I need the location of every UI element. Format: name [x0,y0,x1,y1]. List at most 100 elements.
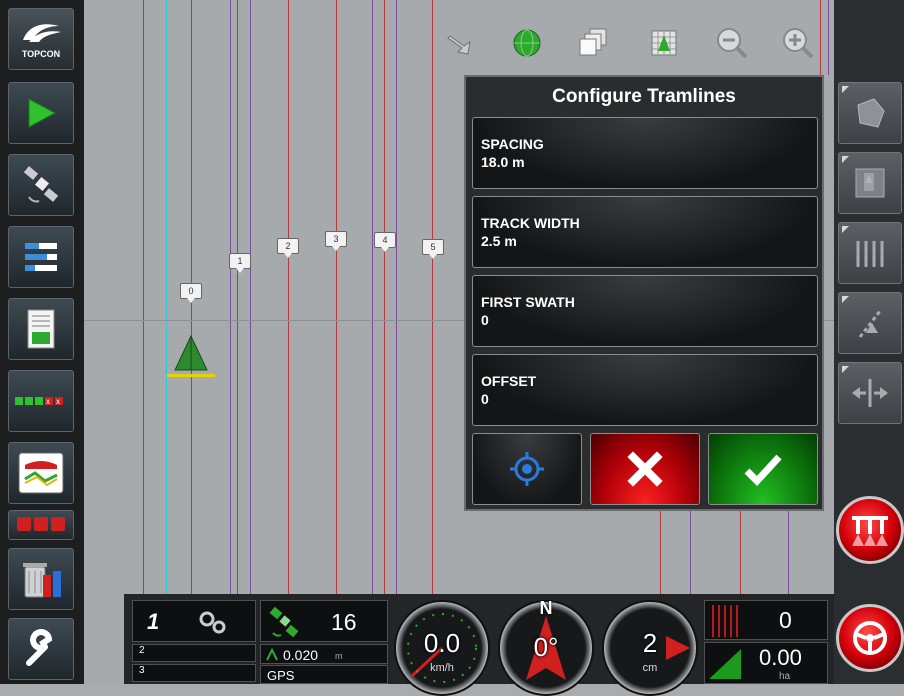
speed-unit: km/h [430,662,454,674]
grid-map-icon[interactable] [645,24,683,62]
gps-label: GPS [267,668,295,683]
topcon-swirl-icon [23,23,61,42]
guide-line [788,510,789,600]
svg-text:x: x [46,397,50,406]
row-label: 2 [139,645,145,656]
area-unit: ha [779,671,791,682]
curve-guidance-icon [858,310,882,338]
report-document-icon [27,309,55,349]
globe-icon[interactable] [508,24,546,62]
hand-pointer-icon[interactable] [440,24,478,62]
swath-marker: 4 [374,232,396,252]
layers-icon[interactable] [574,24,612,62]
auto-section-control-button[interactable] [836,496,904,564]
wrench-icon [26,629,53,666]
guide-line [820,0,821,75]
guide-line [372,0,373,600]
swath-marker: 5 [422,239,444,259]
data-transfer-button[interactable] [8,548,74,610]
swath-marker: 1 [229,253,251,273]
set-position-button[interactable] [472,433,582,505]
offset-field[interactable]: OFFSET 0 [472,354,818,426]
cancel-button[interactable] [590,433,700,505]
tramline-map-icon [855,168,885,198]
satellite-button[interactable] [8,154,74,216]
accuracy-icon [266,648,278,661]
field-label: FIRST SWATH [481,294,575,310]
satellite-icon [23,166,59,203]
section-control-icon: xx [15,397,63,406]
shift-line-icon [852,379,888,407]
cross-track-gauge: 2 cm [602,600,698,696]
tramline-map-button[interactable] [838,152,902,214]
boom-sprayer-icon [852,516,888,546]
speed-gauge: 0.0 km/h [394,600,490,696]
field-value: 2.5 m [481,233,517,249]
parallel-lines-button[interactable] [838,222,902,284]
right-toolbar [834,0,904,684]
guide-line [230,0,231,600]
report-button[interactable] [8,298,74,360]
parallel-lines-icon [856,241,884,267]
sections-bars-icon [712,605,738,637]
guide-line-active [166,0,167,600]
row-label: 3 [139,665,145,676]
auto-steer-button[interactable] [836,604,904,672]
gears-icon [199,611,226,634]
field-value: 0 [481,312,489,328]
steering-wheel-icon [853,621,887,655]
zoom-out-icon[interactable] [713,24,751,62]
sections-status: 0 [704,600,828,640]
first-swath-field[interactable]: FIRST SWATH 0 [472,275,818,347]
section-control-button[interactable]: xx [8,370,74,432]
configure-tramlines-dialog: Configure Tramlines SPACING 18.0 m TRACK… [464,75,824,511]
profile-row-2[interactable]: 2 [132,644,256,662]
left-toolbar: TOPCON xx [0,0,84,684]
trash-usb-icon [23,563,61,598]
checkmark-icon [744,454,782,487]
zoom-in-icon[interactable] [779,24,817,62]
profile-row-3[interactable]: 3 [132,664,256,682]
svg-text:x: x [56,397,60,406]
gps-status[interactable]: 16 [260,600,388,642]
track-width-field[interactable]: TRACK WIDTH 2.5 m [472,196,818,268]
field-boundary-icon [857,98,885,128]
curve-guidance-button[interactable] [838,292,902,354]
list-menu-button[interactable] [8,226,74,288]
guide-line [828,0,829,75]
satellite-status-icon [269,606,299,638]
area-wedge-icon [709,649,741,679]
guide-line [690,510,691,600]
heading-gauge: N 0° [498,598,594,696]
navigation-button[interactable] [8,82,74,144]
swath-marker: 2 [277,238,299,258]
profile-number: 1 [147,609,160,634]
settings-button[interactable] [8,618,74,680]
topcon-logo-mark: TOPCON [19,20,63,59]
speed-value: 0.0 [423,628,461,658]
satellite-count: 16 [331,609,357,635]
guide-line [432,0,433,600]
cross-track-unit: cm [642,662,658,674]
shift-line-button[interactable] [838,362,902,424]
field-boundary-button[interactable] [838,82,902,144]
accuracy-unit: m [335,651,343,661]
gps-mode: GPS [260,665,388,684]
field-implement-button[interactable] [8,442,74,504]
profile-selector[interactable]: 1 [132,600,256,642]
spacing-field[interactable]: SPACING 18.0 m [472,117,818,189]
list-menu-icon [25,243,57,271]
guide-line [336,0,337,600]
crosshair-target-icon [510,452,544,486]
close-icon [627,451,663,487]
implement-sections-button[interactable] [8,510,74,540]
swath-marker: 3 [325,231,347,251]
brand-name: TOPCON [21,48,61,59]
guide-line [288,0,289,600]
guide-line [237,0,238,600]
sections-count: 0 [779,607,792,633]
confirm-button[interactable] [708,433,818,505]
vehicle-icon [167,334,215,377]
topcon-logo[interactable]: TOPCON [8,8,74,70]
field-implement-icon [18,452,64,494]
